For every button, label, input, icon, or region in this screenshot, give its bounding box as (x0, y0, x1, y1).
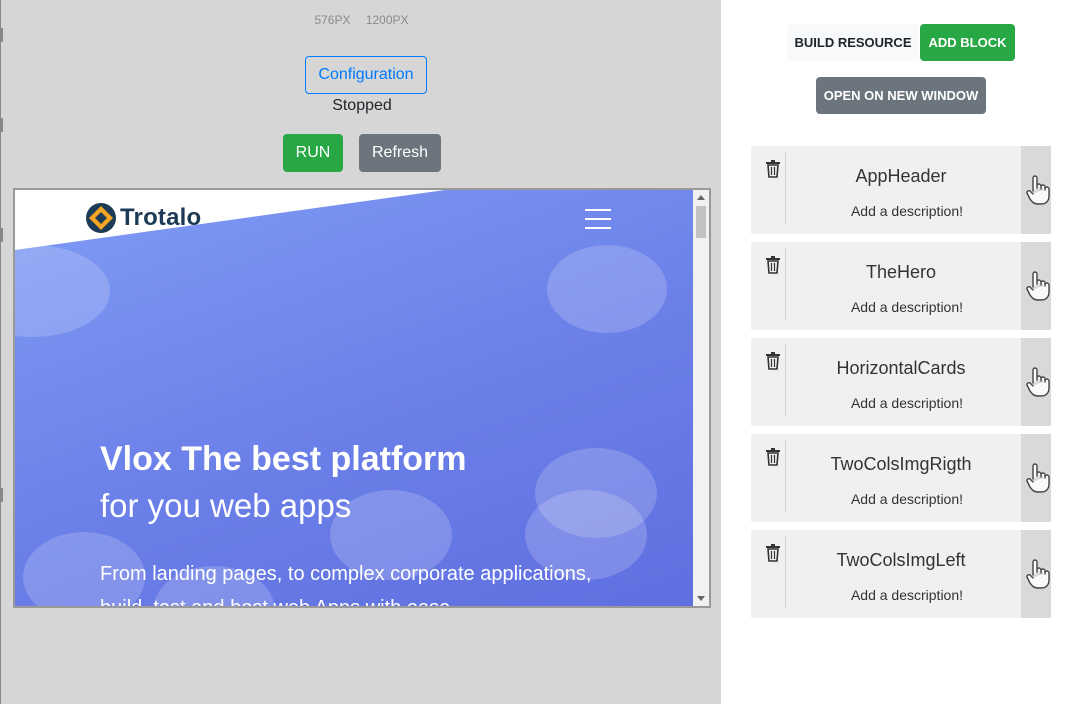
drag-handle[interactable] (1021, 530, 1051, 618)
viewport-size-large[interactable]: 1200PX (366, 13, 409, 27)
configuration-button[interactable]: Configuration (305, 56, 427, 94)
refresh-button[interactable]: Refresh (359, 134, 441, 172)
hand-pointer-icon (1026, 463, 1050, 493)
hand-pointer-icon (1026, 175, 1050, 205)
drag-handle[interactable] (1021, 434, 1051, 522)
block-description[interactable]: Add a description! (799, 203, 1015, 219)
block-card[interactable]: AppHeader Add a description! (751, 146, 1051, 234)
build-resource-button[interactable]: BUILD RESOURCE (787, 24, 919, 61)
scroll-thumb[interactable] (696, 206, 706, 238)
trash-icon[interactable] (765, 256, 781, 274)
block-description[interactable]: Add a description! (799, 299, 1015, 315)
run-button[interactable]: RUN (283, 134, 343, 172)
block-description[interactable]: Add a description! (799, 491, 1015, 507)
drag-handle[interactable] (1021, 338, 1051, 426)
brand-logo-icon (86, 203, 116, 233)
preview-frame[interactable]: Trotalo Vlox The best platform for you w… (13, 188, 711, 608)
hand-pointer-icon (1026, 367, 1050, 397)
viewport-size-small[interactable]: 576PX (314, 13, 350, 27)
scroll-down-arrow-icon[interactable] (697, 596, 705, 601)
block-name: TheHero (865, 262, 937, 282)
block-description[interactable]: Add a description! (799, 395, 1015, 411)
edge-tick (1, 228, 3, 242)
preview-page: Trotalo Vlox The best platform for you w… (15, 190, 695, 606)
decor-bubble (547, 245, 667, 333)
block-description[interactable]: Add a description! (799, 587, 1015, 603)
block-divider (785, 440, 786, 512)
scroll-up-arrow-icon[interactable] (697, 195, 705, 200)
block-card[interactable]: TwoColsImgRigth Add a description! (751, 434, 1051, 522)
edge-tick (1, 28, 3, 42)
block-name: HorizontalCards (836, 358, 966, 378)
block-divider (785, 152, 786, 224)
block-divider (785, 536, 786, 608)
brand-name: Trotalo (120, 204, 202, 231)
trash-icon[interactable] (765, 448, 781, 466)
hero-title: Vlox The best platform (100, 440, 467, 478)
viewport-size-selector: 576PX 1200PX (1, 13, 721, 27)
trash-icon[interactable] (765, 352, 781, 370)
trash-icon[interactable] (765, 544, 781, 562)
blocks-panel: BUILD RESOURCE ADD BLOCK OPEN ON NEW WIN… (721, 0, 1081, 704)
open-new-window-button[interactable]: OPEN ON NEW WINDOW (816, 77, 986, 114)
brand[interactable]: Trotalo (85, 202, 201, 234)
run-status: Stopped (332, 97, 392, 114)
block-name: AppHeader (855, 166, 947, 186)
block-card[interactable]: TwoColsImgLeft Add a description! (751, 530, 1051, 618)
drag-handle[interactable] (1021, 146, 1051, 234)
block-divider (785, 248, 786, 320)
hero-text: From landing pages, to complex corporate… (100, 563, 592, 606)
trash-icon[interactable] (765, 160, 781, 178)
builder-canvas-pane: 576PX 1200PX Configuration Stopped RUN R… (0, 0, 721, 704)
block-card[interactable]: TheHero Add a description! (751, 242, 1051, 330)
block-name: TwoColsImgLeft (836, 550, 966, 570)
edge-tick (1, 118, 3, 132)
hero-subtitle: for you web apps (100, 487, 352, 524)
block-divider (785, 344, 786, 416)
hand-pointer-icon (1026, 271, 1050, 301)
hamburger-icon[interactable] (585, 209, 611, 229)
preview-scrollbar[interactable] (693, 190, 709, 606)
block-card[interactable]: HorizontalCards Add a description! (751, 338, 1051, 426)
block-name: TwoColsImgRigth (830, 454, 972, 474)
add-block-button[interactable]: ADD BLOCK (920, 24, 1015, 61)
edge-tick (1, 488, 3, 502)
hand-pointer-icon (1026, 559, 1050, 589)
drag-handle[interactable] (1021, 242, 1051, 330)
